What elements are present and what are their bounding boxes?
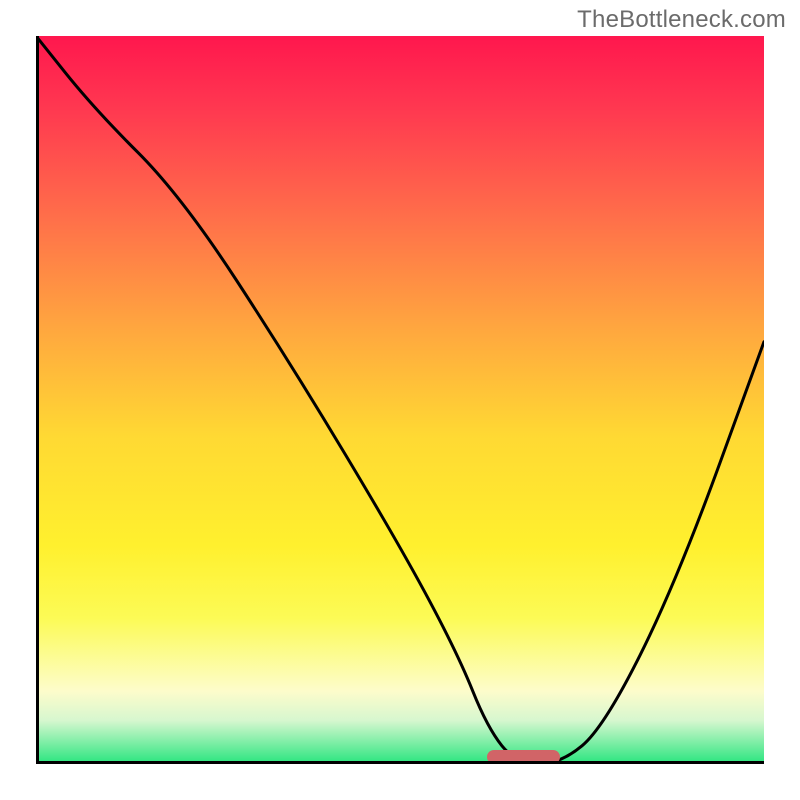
bottleneck-chart: TheBottleneck.com <box>0 0 800 800</box>
axes <box>0 0 800 800</box>
y-axis <box>36 36 39 764</box>
watermark-text: TheBottleneck.com <box>577 6 786 34</box>
x-axis <box>36 761 764 764</box>
